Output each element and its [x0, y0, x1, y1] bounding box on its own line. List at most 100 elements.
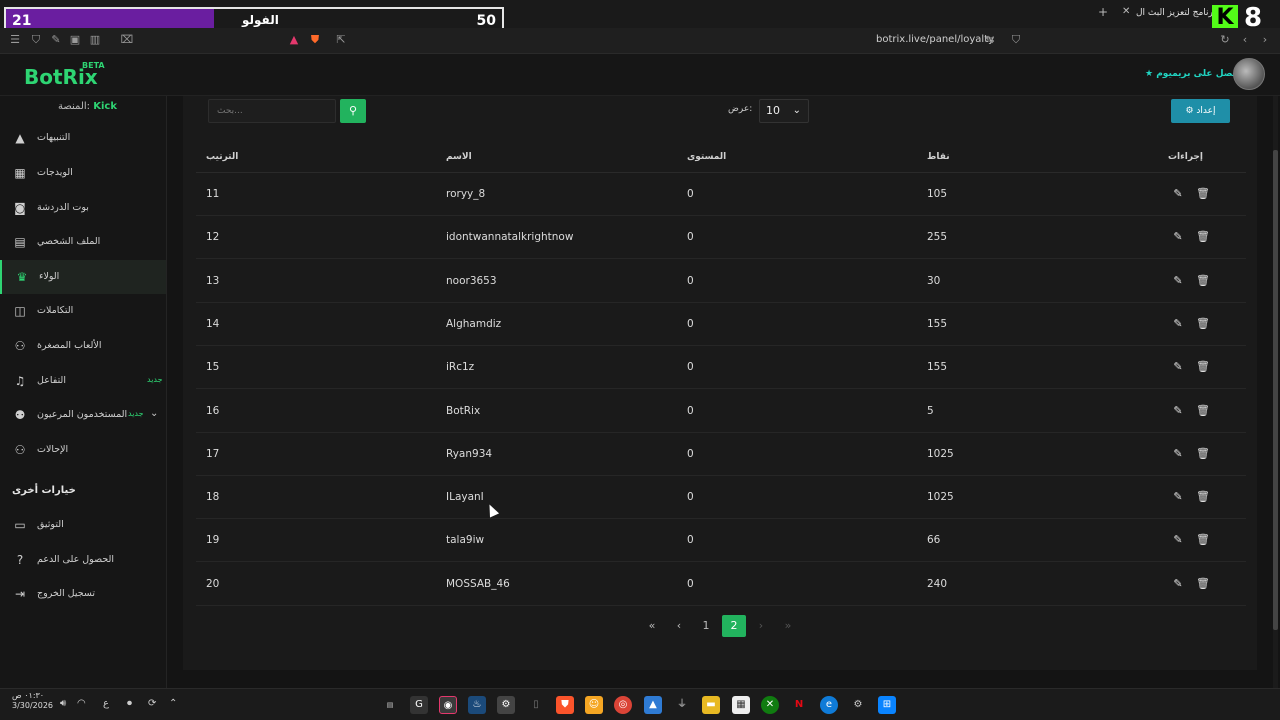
delete-icon[interactable]: 🗑︎: [1196, 490, 1210, 504]
search-button[interactable]: ⚲: [340, 99, 366, 123]
file-explorer-icon[interactable]: ▬: [702, 696, 720, 714]
edit-icon[interactable]: ✎: [1171, 533, 1185, 547]
sidebar-item-interaction[interactable]: ♫ التفاعل جديد: [0, 364, 166, 398]
get-premium-link[interactable]: ★ احصل على بريميوم: [1145, 69, 1242, 79]
sidebar-item-profile[interactable]: ▤ الملف الشخصي: [0, 225, 166, 259]
tab-close-icon[interactable]: ✕: [1122, 6, 1130, 17]
site-settings-icon[interactable]: ⇆: [983, 33, 997, 47]
search-input[interactable]: [208, 99, 336, 123]
column-header-rank[interactable]: الترتيب: [206, 152, 238, 162]
edit-icon[interactable]: ✎: [1171, 360, 1185, 374]
shield-icon[interactable]: ⛉: [29, 33, 43, 47]
sidebar-item-widgets[interactable]: ▦ الويدجات: [0, 156, 166, 190]
menu-icon[interactable]: ☰: [8, 33, 22, 47]
page-1-button[interactable]: 1: [694, 615, 718, 637]
delete-icon[interactable]: 🗑︎: [1196, 447, 1210, 461]
store-icon[interactable]: ▦: [732, 696, 750, 714]
photos-icon[interactable]: ▲: [644, 696, 662, 714]
sidebar-item-alerts[interactable]: ▲ التنبيهات: [0, 121, 166, 155]
delete-icon[interactable]: 🗑︎: [1196, 274, 1210, 288]
settings-button[interactable]: ⚙ إعداد: [1171, 99, 1230, 123]
usb-icon[interactable]: ⏚: [673, 696, 691, 714]
chevron-down-icon[interactable]: ⌄: [150, 408, 158, 419]
page-scrollbar[interactable]: [1273, 96, 1278, 688]
screenshot-icon[interactable]: ⌧: [120, 33, 134, 47]
photo-app-icon[interactable]: ☺: [585, 696, 603, 714]
steam-icon[interactable]: ♨: [468, 696, 486, 714]
tray-chevron-up-icon[interactable]: ⌃: [169, 698, 177, 709]
edge-icon[interactable]: e: [820, 696, 838, 714]
sidebar-item-loyalty[interactable]: ♛ الولاء: [0, 260, 166, 294]
sidebar-item-label: المستخدمون المرعيون: [37, 409, 128, 420]
address-bar[interactable]: botrix.live/panel/loyalty: [876, 34, 994, 45]
reload-icon[interactable]: ↻: [1218, 33, 1232, 47]
platform-indicator: المنصة: Kick: [58, 101, 117, 112]
edit-icon[interactable]: ✎: [1171, 187, 1185, 201]
edit-icon[interactable]: ✎: [1171, 230, 1185, 244]
share-icon[interactable]: ⇱: [334, 33, 348, 47]
delete-icon[interactable]: 🗑︎: [1196, 187, 1210, 201]
delete-icon[interactable]: 🗑︎: [1196, 317, 1210, 331]
brave-browser-icon[interactable]: ⛊: [556, 696, 574, 714]
windows-start-icon[interactable]: ⊞: [878, 696, 896, 714]
users-icon: ⚉: [14, 408, 26, 422]
obs-icon[interactable]: ▤: [381, 696, 399, 714]
sidebar-item-logout[interactable]: ⇥ تسجيل الخروج: [0, 577, 166, 611]
edit-icon[interactable]: ✎: [1171, 274, 1185, 288]
delete-icon[interactable]: 🗑︎: [1196, 533, 1210, 547]
edit-icon[interactable]: ✎: [1171, 447, 1185, 461]
sidebar-item-referrals[interactable]: ⚇ الإحالات: [0, 433, 166, 467]
delete-icon[interactable]: 🗑︎: [1196, 577, 1210, 591]
edit-icon[interactable]: ✎: [1171, 577, 1185, 591]
column-header-name[interactable]: الاسم: [446, 152, 472, 162]
next-page-button[interactable]: ›: [749, 615, 773, 637]
entries-per-page-select[interactable]: 10 ⌄: [759, 99, 809, 123]
delete-icon[interactable]: 🗑︎: [1196, 404, 1210, 418]
streaming-app-icon[interactable]: ◉: [439, 696, 457, 714]
sidebar-item-support[interactable]: ? الحصول على الدعم: [0, 543, 166, 577]
settings-icon[interactable]: ⚙: [849, 696, 867, 714]
last-page-button[interactable]: »: [776, 615, 800, 637]
delete-icon[interactable]: 🗑︎: [1196, 360, 1210, 374]
sidebar-item-label: التنبيهات: [37, 132, 71, 143]
sidebar-item-minigames[interactable]: ⚇ الألعاب المصغرة: [0, 329, 166, 363]
language-indicator[interactable]: ع: [103, 698, 109, 709]
sync-icon[interactable]: ⟳: [148, 698, 156, 709]
page-2-button[interactable]: 2: [722, 615, 746, 637]
scrollbar-thumb[interactable]: [1273, 150, 1278, 630]
microphone-icon[interactable]: ⏺: [127, 698, 132, 709]
bookmark-icon[interactable]: ⛉: [1009, 33, 1023, 47]
record-app-icon[interactable]: ⚙: [497, 696, 515, 714]
sidebar-item-docs[interactable]: ▭ التوثيق: [0, 508, 166, 542]
first-page-button[interactable]: «: [640, 615, 664, 637]
edit-icon[interactable]: ✎: [1171, 317, 1185, 331]
tabs-icon[interactable]: ▣: [68, 33, 82, 47]
sidebar-toggle-icon[interactable]: ▥: [88, 33, 102, 47]
delete-icon[interactable]: 🗑︎: [1196, 230, 1210, 244]
back-icon[interactable]: ‹: [1238, 33, 1252, 47]
prev-page-button[interactable]: ‹: [667, 615, 691, 637]
edit-icon[interactable]: ✎: [1171, 490, 1185, 504]
brave-rewards-icon[interactable]: ▲: [287, 33, 301, 47]
sidebar-item-chatbot[interactable]: ◙ بوت الدردشة: [0, 191, 166, 225]
sidebar-item-users[interactable]: ⚉ المستخدمون المرعيون جديد ⌄: [0, 398, 166, 432]
points-cell: 66: [927, 534, 941, 547]
brave-shield-icon[interactable]: ⛊: [308, 33, 322, 47]
volume-icon[interactable]: 🔊︎: [60, 698, 66, 709]
netflix-icon[interactable]: N: [790, 696, 808, 714]
chrome-icon[interactable]: ◎: [614, 696, 632, 714]
extensions-icon[interactable]: ✎: [49, 33, 63, 47]
avatar[interactable]: [1233, 58, 1265, 90]
points-cell: 1025: [927, 491, 954, 504]
search-app-icon[interactable]: G: [410, 696, 428, 714]
sidebar-item-integrations[interactable]: ◫ التكاملات: [0, 294, 166, 328]
xbox-icon[interactable]: ✕: [761, 696, 779, 714]
wifi-icon[interactable]: ◠: [77, 698, 86, 709]
file-icon[interactable]: ▯: [527, 696, 545, 714]
column-header-points[interactable]: نقاط: [927, 152, 950, 162]
edit-icon[interactable]: ✎: [1171, 404, 1185, 418]
column-header-level[interactable]: المستوى: [687, 152, 726, 162]
system-clock[interactable]: ٠١:٣٠ ص 3/30/2026: [12, 691, 53, 711]
forward-icon[interactable]: ›: [1258, 33, 1272, 47]
new-tab-button[interactable]: +: [1098, 5, 1108, 19]
